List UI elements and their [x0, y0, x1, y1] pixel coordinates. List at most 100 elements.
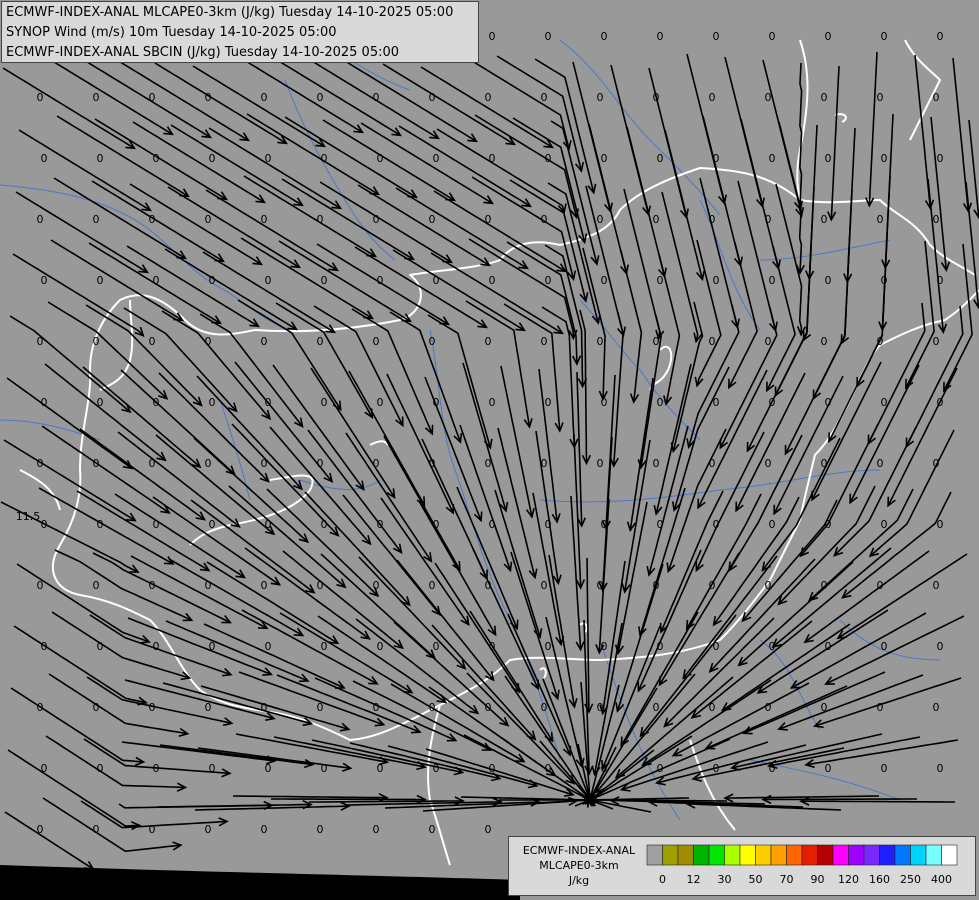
sbcin-value: 0 [653, 335, 660, 348]
sbcin-value: 0 [541, 91, 548, 104]
sbcin-value: 0 [881, 274, 888, 287]
sbcin-value: 0 [769, 152, 776, 165]
sbcin-value: 0 [321, 152, 328, 165]
sbcin-value: 0 [821, 213, 828, 226]
sbcin-value: 0 [657, 274, 664, 287]
sbcin-value: 0 [93, 91, 100, 104]
sbcin-value: 0 [153, 274, 160, 287]
sbcin-value: 0 [373, 335, 380, 348]
legend-swatch [708, 844, 725, 866]
sbcin-value: 0 [541, 457, 548, 470]
legend-tick-label: 90 [811, 873, 825, 886]
sbcin-value: 0 [713, 518, 720, 531]
sbcin-value: 0 [709, 457, 716, 470]
sbcin-value: 0 [205, 457, 212, 470]
sbcin-value: 0 [153, 518, 160, 531]
sbcin-value: 0 [877, 457, 884, 470]
sbcin-value: 0 [153, 762, 160, 775]
wind-streamline [271, 798, 425, 801]
sbcin-value: 0 [317, 823, 324, 836]
sbcin-value: 0 [209, 640, 216, 653]
sbcin-value: 0 [601, 152, 608, 165]
sbcin-value: 0 [485, 91, 492, 104]
sbcin-value: 0 [41, 152, 48, 165]
legend-swatch [739, 844, 756, 866]
sbcin-value: 0 [485, 823, 492, 836]
sbcin-value: 0 [765, 213, 772, 226]
sbcin-value: 0 [601, 396, 608, 409]
title-box: ECMWF-INDEX-ANAL MLCAPE0-3km (J/kg) Tues… [1, 1, 479, 63]
sbcin-value: 0 [597, 335, 604, 348]
sbcin-value: 0 [373, 823, 380, 836]
sbcin-value: 0 [653, 213, 660, 226]
sbcin-value: 0 [37, 701, 44, 714]
legend-swatch [941, 844, 958, 866]
sbcin-value: 0 [881, 152, 888, 165]
legend-swatch [662, 844, 679, 866]
sbcin-value: 0 [709, 91, 716, 104]
sbcin-value: 0 [713, 30, 720, 43]
legend-color-bar: 0 12 30 50 70 90 120 160 250 400 [646, 844, 958, 886]
sbcin-value: 0 [429, 213, 436, 226]
sbcin-value: 0 [153, 640, 160, 653]
sbcin-value: 0 [877, 91, 884, 104]
sbcin-value: 0 [429, 457, 436, 470]
sbcin-value: 0 [37, 335, 44, 348]
sbcin-value: 0 [149, 579, 156, 592]
legend-swatch [832, 844, 849, 866]
sbcin-value: 0 [825, 30, 832, 43]
sbcin-value: 0 [657, 518, 664, 531]
sbcin-value: 0 [321, 640, 328, 653]
sbcin-value: 0 [321, 274, 328, 287]
sbcin-value: 0 [485, 457, 492, 470]
special-value: 11.5 [16, 510, 41, 523]
sbcin-value: 0 [377, 518, 384, 531]
sbcin-value: 0 [261, 335, 268, 348]
sbcin-value: 0 [429, 823, 436, 836]
sbcin-value: 0 [541, 335, 548, 348]
legend-swatch [770, 844, 787, 866]
sbcin-value: 0 [41, 274, 48, 287]
sbcin-value: 0 [261, 823, 268, 836]
sbcin-value: 0 [209, 152, 216, 165]
sbcin-value: 0 [489, 152, 496, 165]
sbcin-value: 0 [317, 457, 324, 470]
sbcin-value: 0 [825, 152, 832, 165]
sbcin-value: 0 [37, 579, 44, 592]
legend-swatch [677, 844, 694, 866]
sbcin-value: 0 [765, 701, 772, 714]
legend-tick-label: 0 [659, 873, 666, 886]
sbcin-value: 0 [377, 274, 384, 287]
sbcin-value: 0 [601, 640, 608, 653]
legend-swatch [724, 844, 741, 866]
sbcin-value: 0 [713, 396, 720, 409]
sbcin-value: 0 [93, 335, 100, 348]
sbcin-value: 0 [881, 518, 888, 531]
sbcin-value: 0 [937, 152, 944, 165]
sbcin-value: 0 [601, 762, 608, 775]
sbcin-value: 0 [97, 518, 104, 531]
sbcin-value: 0 [601, 518, 608, 531]
sbcin-value: 0 [821, 457, 828, 470]
sbcin-value: 0 [489, 274, 496, 287]
sbcin-value: 0 [825, 274, 832, 287]
sbcin-value: 0 [933, 335, 940, 348]
sbcin-value: 0 [377, 396, 384, 409]
sbcin-value: 0 [545, 396, 552, 409]
sbcin-value: 0 [765, 335, 772, 348]
sbcin-value: 0 [821, 701, 828, 714]
map-view: 0 0 0 0 0 0 0 0 0 0 0 0 0 0 0 0 0 0 0 0 0 0 0 0 0 0 0 0 0 0 0 0 0 0 0 0 0 0 0 0… [0, 0, 979, 900]
sbcin-value: 0 [433, 396, 440, 409]
title-line-mlcape: ECMWF-INDEX-ANAL MLCAPE0-3km (J/kg) Tues… [6, 5, 454, 20]
legend-swatch [910, 844, 927, 866]
sbcin-value: 0 [265, 274, 272, 287]
legend-swatch [755, 844, 772, 866]
sbcin-value: 0 [769, 274, 776, 287]
sbcin-value: 0 [541, 701, 548, 714]
sbcin-value: 0 [489, 640, 496, 653]
sbcin-value: 0 [937, 762, 944, 775]
sbcin-value: 0 [821, 579, 828, 592]
sbcin-value: 0 [321, 518, 328, 531]
title-line-sbcin: ECMWF-INDEX-ANAL SBCIN (J/kg) Tuesday 14… [6, 45, 400, 60]
sbcin-value: 0 [713, 762, 720, 775]
